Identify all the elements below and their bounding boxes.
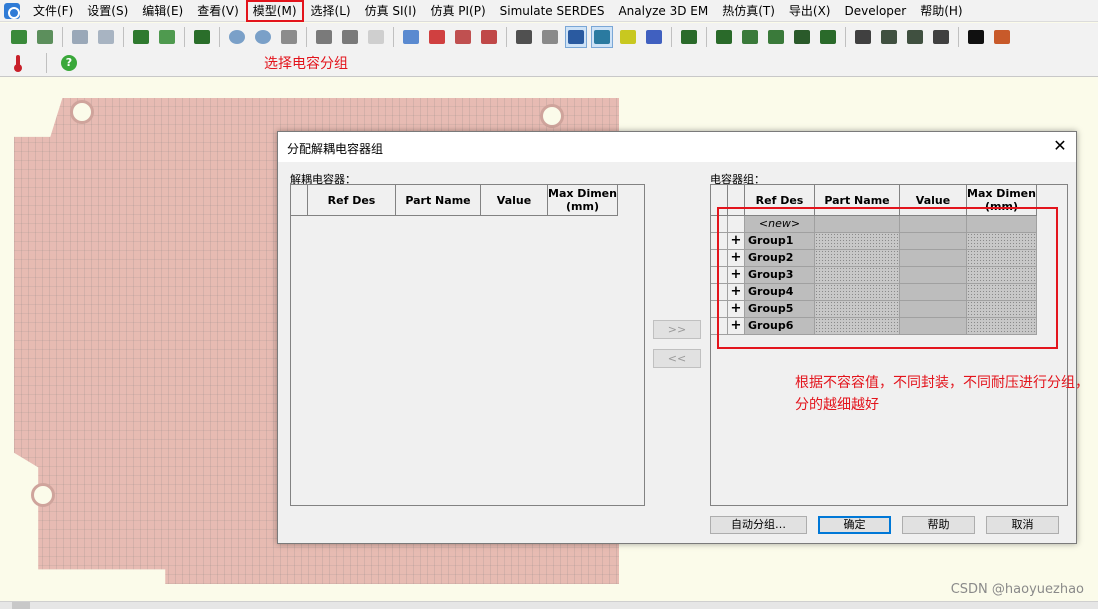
menu-settings[interactable]: 设置(S)	[80, 0, 135, 22]
close-icon[interactable]: ✕	[1052, 138, 1068, 154]
scrollbar-thumb[interactable]	[12, 602, 30, 609]
mounting-hole	[31, 483, 55, 507]
help-icon[interactable]: ?	[61, 55, 77, 71]
cancel-button[interactable]: 取消	[986, 516, 1059, 534]
black-panel-icon[interactable]	[965, 26, 987, 48]
save-icon[interactable]	[156, 26, 178, 48]
help-button[interactable]: 帮助	[902, 516, 975, 534]
waveform-icon[interactable]	[426, 26, 448, 48]
pdn-icon[interactable]	[791, 26, 813, 48]
menu-select[interactable]: 选择(L)	[304, 0, 358, 22]
annotation-grouping-tip: 根据不容容值，不同封装，不同耐压进行分组，分的越细越好	[795, 375, 1089, 413]
move-left-button[interactable]: <<	[653, 349, 701, 368]
decap-grid[interactable]: Ref Des Part Name Value Max Dimen (mm)	[290, 184, 645, 506]
folder-icon[interactable]	[95, 26, 117, 48]
menu-model[interactable]: 模型(M)	[245, 0, 304, 22]
highlight-icon[interactable]	[617, 26, 639, 48]
capacitor-icon[interactable]	[513, 26, 535, 48]
waveform-view-icon[interactable]	[591, 25, 613, 48]
route-icon[interactable]	[643, 26, 665, 48]
main-toolbar	[0, 23, 1098, 50]
menu-simulate-pi[interactable]: 仿真 PI(P)	[423, 0, 492, 22]
report-icon[interactable]	[69, 26, 91, 48]
menu-bar: 文件(F) 设置(S) 编辑(E) 查看(V) 模型(M) 选择(L) 仿真 S…	[0, 0, 1098, 22]
impedance-icon[interactable]	[904, 26, 926, 48]
move-right-button[interactable]: >>	[653, 320, 701, 339]
col-value[interactable]: Value	[481, 185, 548, 216]
plot-icon[interactable]	[852, 26, 874, 48]
highlight-box	[717, 207, 1058, 349]
menu-developer[interactable]: Developer	[838, 0, 914, 22]
menu-export[interactable]: 导出(X)	[782, 0, 838, 22]
menu-file[interactable]: 文件(F)	[26, 0, 80, 22]
zoom-out-icon[interactable]	[252, 26, 274, 48]
menu-help[interactable]: 帮助(H)	[913, 0, 969, 22]
open-file-icon[interactable]	[34, 26, 56, 48]
app-logo-icon	[4, 2, 20, 19]
chart-icon[interactable]	[930, 26, 952, 48]
horizontal-scrollbar[interactable]	[0, 601, 1098, 609]
matrix-icon[interactable]	[678, 26, 700, 48]
watermark: CSDN @haoyuezhao	[950, 582, 1084, 597]
annotation-select-cap-group: 选择电容分组	[264, 56, 348, 72]
mounting-hole	[70, 100, 94, 124]
dialog-title-bar: 分配解耦电容器组 ✕	[278, 132, 1076, 162]
list-icon[interactable]	[817, 26, 839, 48]
zoom-fit-icon[interactable]	[278, 26, 300, 48]
netlist-icon[interactable]	[400, 26, 422, 48]
decap-grid-header: Ref Des Part Name Value Max Dimen (mm)	[291, 185, 618, 216]
auto-group-button[interactable]: 自动分组…	[710, 516, 807, 534]
menu-view[interactable]: 查看(V)	[190, 0, 246, 22]
dialog-title: 分配解耦电容器组	[287, 142, 384, 156]
net-icon[interactable]	[313, 26, 335, 48]
menu-edit[interactable]: 编辑(E)	[135, 0, 190, 22]
zoom-in-icon[interactable]	[226, 26, 248, 48]
bar-chart-icon[interactable]	[739, 26, 761, 48]
eye-diagram-icon[interactable]	[478, 26, 500, 48]
grid-icon[interactable]	[765, 26, 787, 48]
table-icon[interactable]	[713, 26, 735, 48]
curve-icon[interactable]	[878, 26, 900, 48]
menu-thermal[interactable]: 热仿真(T)	[715, 0, 782, 22]
col-ref-des[interactable]: Ref Des	[308, 185, 396, 216]
layers-icon[interactable]	[130, 26, 152, 48]
component-icon[interactable]	[539, 26, 561, 48]
row-selector-header	[291, 185, 308, 216]
thermal-map-icon[interactable]	[991, 26, 1013, 48]
col-max-dimen[interactable]: Max Dimen (mm)	[548, 185, 618, 216]
board-icon[interactable]	[191, 26, 213, 48]
col-part-name[interactable]: Part Name	[396, 185, 481, 216]
decap-group-icon[interactable]	[565, 25, 587, 48]
ok-button[interactable]: 确定	[818, 516, 891, 534]
mounting-hole	[540, 104, 564, 128]
document-icon[interactable]	[365, 26, 387, 48]
thermometer-icon[interactable]	[14, 55, 22, 72]
menu-analyze-3d-em[interactable]: Analyze 3D EM	[611, 0, 715, 22]
pin-icon[interactable]	[339, 26, 361, 48]
signal-icon[interactable]	[452, 26, 474, 48]
menu-simulate-si[interactable]: 仿真 SI(I)	[358, 0, 424, 22]
secondary-toolbar: ?	[0, 50, 1098, 77]
menu-simulate-serdes[interactable]: Simulate SERDES	[493, 0, 612, 22]
new-file-icon[interactable]	[8, 26, 30, 48]
